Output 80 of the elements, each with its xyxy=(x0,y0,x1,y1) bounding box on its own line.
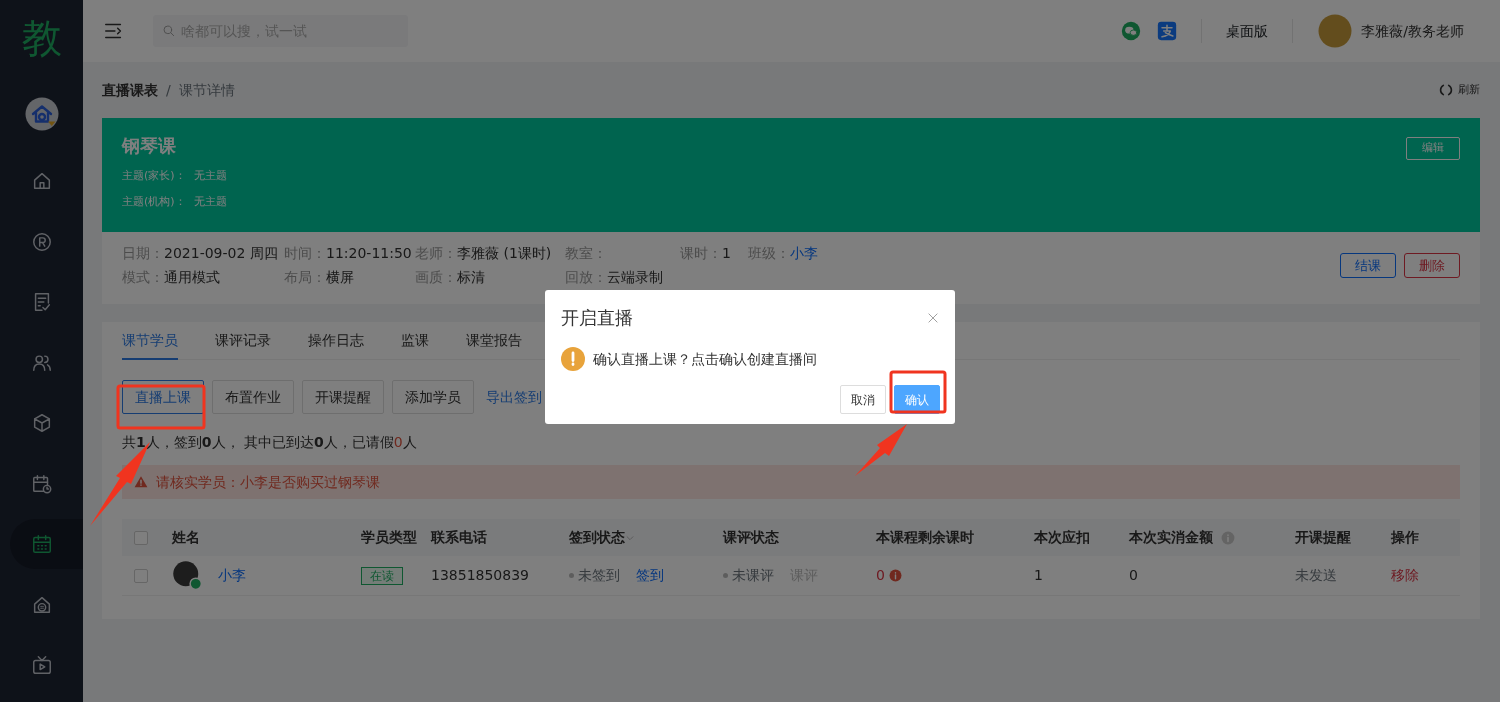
warning-icon xyxy=(134,475,148,489)
topic-value: 无主题 xyxy=(193,169,227,182)
calendar-icon xyxy=(30,533,53,555)
breadcrumb-separator: / xyxy=(166,80,171,100)
delete-button[interactable]: 删除 xyxy=(1404,252,1460,279)
column-header: 签到状态 xyxy=(569,529,625,545)
caret-icon[interactable] xyxy=(625,533,635,543)
toolbar-button[interactable]: 布置作业 xyxy=(212,380,294,414)
avatar[interactable] xyxy=(1317,13,1354,49)
dialog-title: 开启直播 xyxy=(561,306,633,330)
checkbox[interactable] xyxy=(134,531,148,545)
tab[interactable]: 监课 xyxy=(401,322,429,360)
cancel-button[interactable]: 取消 xyxy=(840,385,886,414)
column-header: 本次应扣 xyxy=(1034,529,1090,545)
tab[interactable]: 课堂报告 xyxy=(466,322,522,360)
avatar[interactable] xyxy=(23,96,60,132)
column-header: 联系电话 xyxy=(431,529,487,545)
user-name[interactable]: 李雅薇/教务老师 xyxy=(1361,20,1464,42)
column-header: 开课提醒 xyxy=(1295,529,1351,545)
calendar-clock-icon xyxy=(30,472,53,495)
column-header: 操作 xyxy=(1391,529,1419,545)
tab[interactable]: 课评记录 xyxy=(215,322,271,360)
table-cell: 0 xyxy=(1129,566,1138,583)
close-icon[interactable] xyxy=(926,310,940,325)
checkbox[interactable] xyxy=(134,568,148,583)
toolbar-button[interactable]: 开课提醒 xyxy=(302,380,384,414)
avatar xyxy=(172,560,202,591)
toolbar-button[interactable]: 添加学员 xyxy=(392,380,474,414)
dialog-message: 确认直播上课？点击确认创建直播间 xyxy=(593,349,817,369)
finish-button[interactable]: 结课 xyxy=(1340,252,1396,279)
tab[interactable]: 课节学员 xyxy=(122,322,178,360)
refresh-icon[interactable] xyxy=(1438,82,1454,98)
pay-icon[interactable] xyxy=(1157,21,1178,41)
sidebar-item[interactable] xyxy=(10,519,83,569)
warning-icon xyxy=(561,347,585,371)
topic-value: 无主题 xyxy=(193,194,227,208)
tab[interactable]: 操作日志 xyxy=(308,322,364,360)
table-cell: 0 xyxy=(876,566,885,583)
info-value: 1 xyxy=(722,245,731,261)
annotation-arrow xyxy=(855,424,907,476)
registered-icon xyxy=(30,230,53,253)
topic-label: 主题(家长)： xyxy=(122,169,186,182)
table-cell: 未发送 xyxy=(1295,566,1337,583)
status-tag: 在读 xyxy=(361,566,403,585)
info-value: 李雅薇 (1课时) xyxy=(457,245,552,261)
table-cell: 1 xyxy=(1034,566,1043,583)
info-value: 2021-09-02 周四 xyxy=(164,245,278,261)
info-value: 11:20-11:50 xyxy=(326,245,412,261)
column-header: 学员类型 xyxy=(361,529,417,545)
highlight-box xyxy=(889,370,947,414)
desktop-link[interactable]: 桌面版 xyxy=(1226,20,1269,42)
alert-text: 请核实学员：小李是否购买过钢琴课 xyxy=(156,472,380,492)
column-header: 本课程剩余课时 xyxy=(876,529,974,545)
status-text: 未签到 xyxy=(578,566,620,583)
table-cell: 13851850839 xyxy=(431,566,529,583)
student-name-link[interactable]: 小李 xyxy=(218,564,246,586)
refresh-link[interactable]: 刷新 xyxy=(1458,81,1480,99)
breadcrumb-current: 课节详情 xyxy=(178,80,235,100)
lesson-title: 钢琴课 xyxy=(122,134,176,158)
column-header: 课评状态 xyxy=(723,529,779,545)
info-value: 通用模式 xyxy=(164,269,220,285)
summary-text: 共1人，签到0人， 其中已到达0人，已请假0人 xyxy=(122,433,418,452)
column-header: 姓名 xyxy=(172,529,200,545)
topic-label: 主题(机构)： xyxy=(122,194,186,208)
remove-link[interactable]: 移除 xyxy=(1391,566,1419,583)
info-value: 标清 xyxy=(457,269,485,285)
info-icon xyxy=(888,569,902,583)
tv-play-icon xyxy=(30,654,53,676)
logo: 教 xyxy=(21,18,62,58)
checkin-link[interactable]: 签到 xyxy=(636,566,664,583)
status-text: 未课评 xyxy=(732,566,774,583)
class-link[interactable]: 小李 xyxy=(790,245,818,261)
info-value: 云端录制 xyxy=(607,269,663,285)
info-value: 横屏 xyxy=(326,269,354,285)
chat-icon[interactable] xyxy=(1121,21,1142,41)
breadcrumb-link[interactable]: 直播课表 xyxy=(102,79,158,101)
export-link[interactable]: 导出签到 xyxy=(486,386,542,408)
search-icon xyxy=(162,24,176,38)
column-header: 本次实消金额 xyxy=(1129,529,1213,545)
toolbar-button[interactable]: 直播上课 xyxy=(122,380,204,414)
